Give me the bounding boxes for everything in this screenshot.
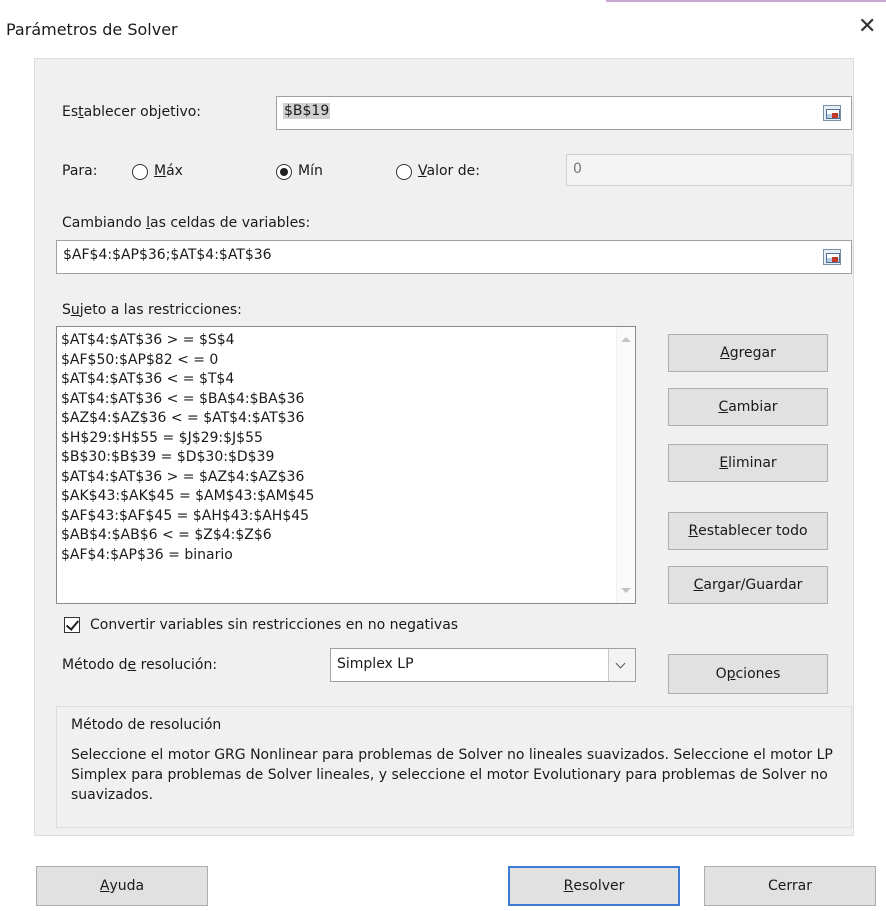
objective-cell-reference-icon[interactable] bbox=[823, 105, 841, 121]
close-icon[interactable]: ✕ bbox=[858, 16, 876, 38]
chevron-down-icon[interactable] bbox=[608, 649, 635, 681]
variables-label: Cambiando las celdas de variables: bbox=[62, 215, 311, 231]
constraints-list[interactable]: $AT$4:$AT$36 > = $S$4 $AF$50:$AP$82 < = … bbox=[56, 326, 636, 604]
load-save-button[interactable]: Cargar/Guardar bbox=[668, 566, 828, 604]
help-button[interactable]: Ayuda bbox=[36, 866, 208, 906]
variables-cell-reference-icon[interactable] bbox=[823, 249, 841, 265]
list-item[interactable]: $AT$4:$AT$36 < = $T$4 bbox=[61, 370, 314, 390]
objective-label: Establecer objetivo: bbox=[62, 104, 202, 120]
scroll-up-arrow-icon[interactable] bbox=[621, 337, 631, 342]
close-button[interactable]: Cerrar bbox=[704, 866, 876, 906]
max-radio-label: Máx bbox=[154, 163, 183, 179]
window-edge-accent bbox=[606, 0, 886, 2]
nonnegative-checkbox[interactable] bbox=[64, 617, 80, 633]
options-button[interactable]: Opciones bbox=[668, 654, 828, 694]
list-item[interactable]: $AK$43:$AK$45 = $AM$43:$AM$45 bbox=[61, 487, 314, 507]
list-item[interactable]: $AZ$4:$AZ$36 < = $AT$4:$AT$36 bbox=[61, 409, 314, 429]
list-item[interactable]: $H$29:$H$55 = $J$29:$J$55 bbox=[61, 429, 314, 449]
method-label: Método de resolución: bbox=[62, 657, 218, 673]
constraints-scrollbar[interactable] bbox=[616, 327, 635, 603]
title-bar: Parámetros de Solver ✕ bbox=[0, 0, 886, 48]
list-item[interactable]: $AB$4:$AB$6 < = $Z$4:$Z$6 bbox=[61, 526, 314, 546]
list-item[interactable]: $B$30:$B$39 = $D$30:$D$39 bbox=[61, 448, 314, 468]
list-item[interactable]: $AT$4:$AT$36 < = $BA$4:$BA$36 bbox=[61, 390, 314, 410]
variables-input[interactable]: $AF$4:$AP$36;$AT$4:$AT$36 bbox=[56, 240, 852, 274]
scroll-down-arrow-icon[interactable] bbox=[621, 588, 631, 593]
value-of-radio-label: Valor de: bbox=[418, 163, 480, 179]
list-item[interactable]: $AF$50:$AP$82 < = 0 bbox=[61, 351, 314, 371]
method-description-text: Seleccione el motor GRG Nonlinear para p… bbox=[71, 747, 833, 803]
change-button[interactable]: Cambiar bbox=[668, 388, 828, 426]
objective-input[interactable]: $B$19 bbox=[276, 96, 852, 130]
constraints-label: Sujeto a las restricciones: bbox=[62, 302, 242, 318]
solve-button[interactable]: Resolver bbox=[508, 866, 680, 906]
nonnegative-label: Convertir variables sin restricciones en… bbox=[90, 617, 459, 633]
list-item[interactable]: $AT$4:$AT$36 > = $S$4 bbox=[61, 331, 314, 351]
window-title: Parámetros de Solver bbox=[6, 20, 178, 39]
method-select[interactable]: Simplex LP bbox=[330, 648, 636, 682]
value-of-radio[interactable] bbox=[396, 164, 412, 180]
value-of-input[interactable]: 0 bbox=[566, 154, 852, 186]
reset-all-button[interactable]: Restablecer todo bbox=[668, 512, 828, 550]
add-button[interactable]: Agregar bbox=[668, 334, 828, 372]
list-item[interactable]: $AT$4:$AT$36 > = $AZ$4:$AZ$36 bbox=[61, 468, 314, 488]
delete-button[interactable]: Eliminar bbox=[668, 444, 828, 482]
list-item[interactable]: $AF$4:$AP$36 = binario bbox=[61, 546, 314, 566]
max-radio[interactable] bbox=[132, 164, 148, 180]
min-radio-label: Mín bbox=[298, 163, 323, 179]
para-label: Para: bbox=[62, 163, 98, 179]
method-description-title: Método de resolución bbox=[71, 717, 222, 733]
method-description-group: Método de resolución Seleccione el motor… bbox=[56, 706, 852, 828]
list-item[interactable]: $AF$43:$AF$45 = $AH$43:$AH$45 bbox=[61, 507, 314, 527]
min-radio[interactable] bbox=[276, 164, 292, 180]
